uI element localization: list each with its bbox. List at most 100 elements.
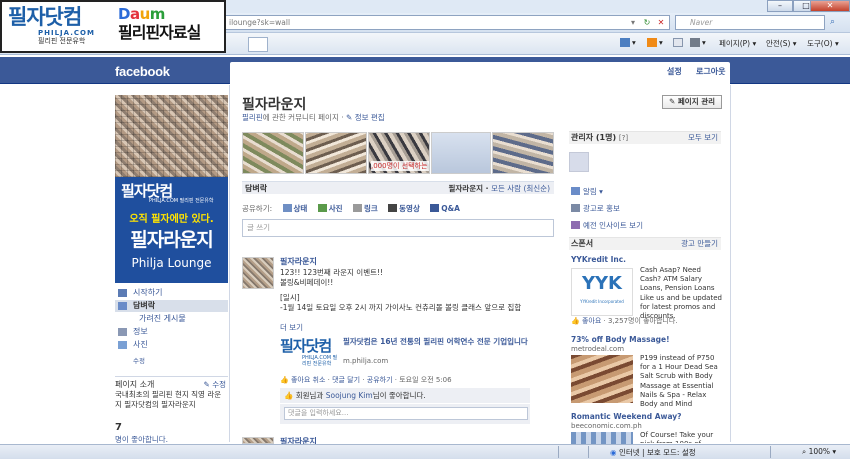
nav-edit-link[interactable]: 수정 bbox=[133, 355, 145, 365]
sponsored-header: 스폰서 광고 만들기 bbox=[569, 237, 721, 250]
attachment-domain: m.philja.com bbox=[343, 357, 389, 365]
logo-overlay: 필자닷컴 PHILJA.COM 필리핀 전문유학 Daum 필리핀자료실 bbox=[0, 0, 226, 53]
close-window-button[interactable]: ✕ bbox=[810, 0, 850, 12]
share-link[interactable]: 공유하기 bbox=[367, 376, 393, 384]
stop-icon[interactable]: ✕ bbox=[654, 17, 668, 29]
refresh-icon[interactable]: ↻ bbox=[640, 17, 654, 29]
ad-title[interactable]: 73% off Body Massage! bbox=[571, 335, 670, 344]
attachment-title[interactable]: 필자닷컴은 16년 전통의 필리핀 어학연수 전문 기업입니다 bbox=[343, 337, 538, 347]
like-count: 7 bbox=[115, 422, 122, 433]
insights-link[interactable]: 예전 인사이트 보기 bbox=[571, 220, 643, 231]
promote-link[interactable]: 광고로 홍보 bbox=[571, 203, 620, 214]
nav-getting-started[interactable]: 시작하기 bbox=[115, 287, 228, 299]
ad-like-link[interactable]: 좋아요 bbox=[582, 317, 601, 325]
manage-page-button[interactable]: ✎ 페이지 관리 bbox=[662, 95, 722, 109]
ad-domain: beeconomic.com.ph bbox=[571, 422, 642, 430]
admin-avatar[interactable] bbox=[569, 152, 589, 172]
banner-title: 필자라운지 bbox=[130, 229, 213, 251]
create-ad-link[interactable]: 광고 만들기 bbox=[681, 238, 718, 250]
page-menu[interactable]: 페이지(P) ▾ bbox=[719, 38, 756, 49]
nav-photos[interactable]: 사진 bbox=[115, 339, 228, 351]
home-icon[interactable]: ▾ bbox=[620, 38, 636, 47]
liker-link[interactable]: Soojung Kim bbox=[326, 391, 373, 400]
share-status[interactable]: 상태 bbox=[282, 203, 307, 214]
notifications-link[interactable]: 알림 ▾ bbox=[571, 186, 603, 197]
post-actions: 👍 좋아요 취소 · 댓글 달기 · 공유하기 · 토요일 오전 5:06 bbox=[280, 376, 452, 384]
facebook-logo[interactable]: facebook bbox=[115, 64, 170, 79]
logout-link[interactable]: 로그아웃 bbox=[696, 66, 725, 77]
intro-edit-link[interactable]: ✎ 수정 bbox=[204, 379, 226, 390]
nav-wall[interactable]: 담벼락 bbox=[115, 300, 228, 312]
intro-text: 국내최초의 필리핀 현지 직영 라운지 필자닷컴의 필자라운지 bbox=[115, 390, 222, 409]
status-icon bbox=[282, 204, 292, 212]
megaphone-icon bbox=[571, 204, 580, 212]
safety-menu[interactable]: 안전(S) ▾ bbox=[766, 38, 797, 49]
settings-link[interactable]: 설정 bbox=[667, 66, 682, 77]
print-icon[interactable]: ▾ bbox=[690, 38, 706, 47]
zoom-level[interactable]: ⌕ 100% ▾ bbox=[802, 447, 836, 457]
post-author[interactable]: 필자라운지 bbox=[280, 256, 317, 267]
post-avatar[interactable] bbox=[242, 257, 274, 289]
security-zone[interactable]: ◉ 인터넷 | 보호 모드: 설정 bbox=[610, 447, 696, 458]
comment-input[interactable]: 댓글을 입력하세요... bbox=[284, 407, 528, 420]
ad-title[interactable]: Romantic Weekend Away? bbox=[571, 412, 682, 421]
like-summary: 👍 회원님과 Soojung Kim님이 좋아합니다. bbox=[280, 388, 530, 403]
page-title: 필자라운지 bbox=[242, 97, 307, 113]
wall-label: 담벼락 bbox=[245, 184, 268, 193]
edit-info-link[interactable]: ✎ 정보 편집 bbox=[346, 113, 385, 122]
attachment-logo[interactable]: 필자닷컴 PHILJA.COM 필리핀 전문유학 bbox=[280, 337, 338, 369]
ad-title[interactable]: YYKredit Inc. bbox=[571, 255, 626, 264]
search-input[interactable]: Naver bbox=[675, 15, 825, 30]
photo-thumb[interactable]: ,000명이 선택하는 bbox=[368, 132, 430, 174]
tools-menu[interactable]: 도구(O) ▾ bbox=[807, 38, 839, 49]
share-video[interactable]: 동영상 bbox=[388, 203, 420, 214]
share-photo[interactable]: 사진 bbox=[317, 203, 343, 214]
post-composer-input[interactable]: 글 쓰기 bbox=[242, 219, 554, 237]
ad-text[interactable]: Of Course! Take your pick from 100s of h… bbox=[640, 431, 722, 443]
page-profile-picture[interactable]: 필자닷컴 PHILJA.COM 필리핀 전문유학 오직 필자에만 있다. 필자라… bbox=[115, 95, 228, 283]
photo-overlay-text: ,000명이 선택하는 bbox=[371, 161, 429, 171]
daum-wordmark: Daum bbox=[118, 5, 165, 23]
category-link[interactable]: 필리핀 bbox=[242, 113, 263, 122]
feeds-icon[interactable]: ▾ bbox=[647, 38, 663, 47]
admins-help[interactable]: [?] bbox=[619, 134, 628, 142]
thumbs-up-icon: 👍 bbox=[284, 391, 294, 400]
globe-icon: ◉ bbox=[610, 448, 617, 457]
nav-hidden-posts[interactable]: 가려진 게시물 bbox=[115, 313, 228, 325]
minimize-button[interactable]: – bbox=[767, 0, 793, 12]
photo-strip: ,000명이 선택하는 bbox=[242, 132, 554, 174]
status-bar: ◉ 인터넷 | 보호 모드: 설정 ⌕ 100% ▾ bbox=[0, 444, 850, 459]
ad-image[interactable] bbox=[571, 432, 633, 444]
wall-filter[interactable]: 필자라운지 · 모든 사람 (최신순) bbox=[449, 183, 551, 194]
ad-image[interactable]: YYK YYKredit Incorporated bbox=[571, 268, 633, 316]
post-timestamp[interactable]: 토요일 오전 5:06 bbox=[399, 376, 451, 384]
philja-logo-text: 필자닷컴 bbox=[8, 5, 82, 29]
share-link[interactable]: 링크 bbox=[352, 203, 378, 214]
globe-icon bbox=[571, 187, 580, 195]
post-body: 123!! 123번째 라운지 이벤트!! 볼링&비페데이!! [일시] -1월… bbox=[280, 268, 522, 312]
search-icon[interactable]: ⌕ bbox=[830, 17, 842, 28]
comment-link[interactable]: 댓글 달기 bbox=[332, 376, 360, 384]
info-icon bbox=[118, 328, 127, 336]
share-label: 공유하기: bbox=[242, 204, 273, 213]
photo-thumb[interactable] bbox=[305, 132, 367, 174]
ad-text[interactable]: Cash Asap? Need Cash? ATM Salary Loans, … bbox=[640, 266, 722, 321]
zoom-icon: ⌕ bbox=[802, 447, 807, 456]
photo-thumb[interactable] bbox=[431, 132, 491, 174]
video-icon bbox=[388, 204, 398, 212]
share-qa[interactable]: Q&A bbox=[430, 204, 460, 213]
ad-text[interactable]: P199 instead of P750 for a 1 Hour Dead S… bbox=[640, 354, 722, 409]
mail-icon[interactable] bbox=[673, 38, 685, 47]
nav-info[interactable]: 정보 bbox=[115, 326, 228, 338]
admins-see-all[interactable]: 모두 보기 bbox=[688, 132, 718, 144]
address-dropdown-icon[interactable]: ▾ bbox=[626, 17, 640, 29]
photo-thumb[interactable] bbox=[242, 132, 304, 174]
photo-thumb[interactable] bbox=[492, 132, 554, 174]
chart-icon bbox=[571, 221, 580, 229]
unlike-link[interactable]: 좋아요 취소 bbox=[291, 376, 325, 384]
post-avatar[interactable] bbox=[242, 437, 274, 444]
ad-image[interactable] bbox=[571, 355, 633, 403]
address-input[interactable]: ilounge?sk=wall ▾ ↻ ✕ bbox=[225, 15, 670, 30]
tab-stub[interactable] bbox=[248, 37, 268, 52]
see-more-link[interactable]: 더 보기 bbox=[280, 322, 303, 333]
